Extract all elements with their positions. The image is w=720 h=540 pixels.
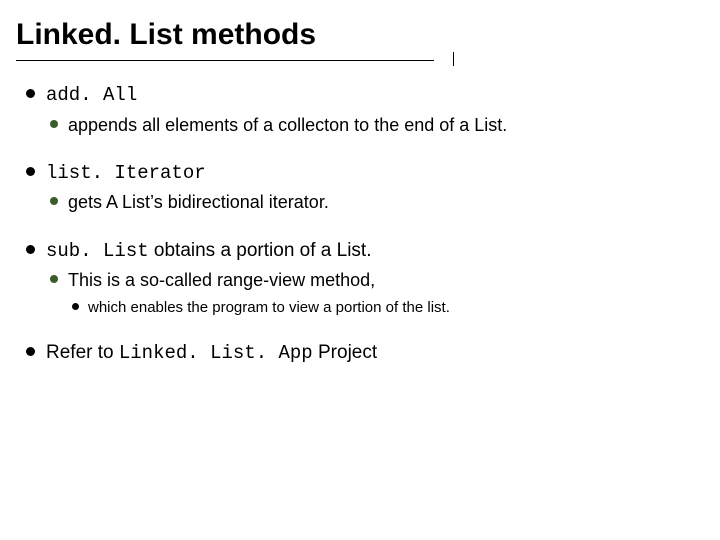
body-text: gets A List’s bidirectional iterator. [68, 192, 329, 212]
code-text: add. All [46, 84, 137, 106]
code-text: sub. List [46, 240, 149, 262]
body-text: which enables the program to view a port… [88, 299, 450, 316]
page-title: Linked. List methods [16, 18, 704, 52]
code-text: list. Iterator [46, 162, 206, 184]
body-text: Refer to [46, 342, 119, 363]
list-item: appends all elements of a collecton to t… [46, 113, 704, 138]
body-text: obtains a portion of a List. [149, 240, 372, 261]
list-item: Refer to Linked. List. App Project [22, 340, 704, 367]
list-item: which enables the program to view a port… [68, 297, 704, 318]
list-item: list. Iterator gets A List’s bidirection… [22, 160, 704, 216]
title-underline [16, 58, 704, 68]
list-item: This is a so-called range-view method, w… [46, 268, 704, 318]
bullet-list: add. All appends all elements of a colle… [22, 82, 704, 367]
body-text: This is a so-called range-view method, [68, 270, 375, 290]
body-text: Project [313, 342, 377, 363]
code-text: Linked. List. App [119, 342, 313, 364]
body-text: appends all elements of a collecton to t… [68, 115, 507, 135]
list-item: sub. List obtains a portion of a List. T… [22, 238, 704, 319]
list-item: gets A List’s bidirectional iterator. [46, 190, 704, 215]
slide: Linked. List methods add. All appends al… [0, 0, 720, 367]
list-item: add. All appends all elements of a colle… [22, 82, 704, 138]
